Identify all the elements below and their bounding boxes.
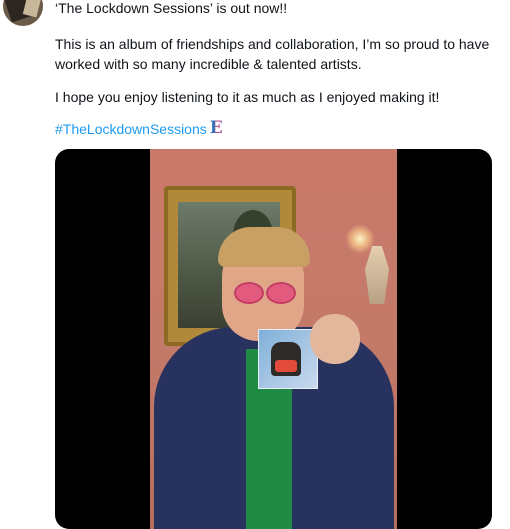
video-player[interactable] [55,149,492,529]
hand [310,314,360,364]
person-hair [218,227,310,267]
album-cd [258,329,318,389]
album-cover-mask [275,360,297,372]
wall-lamp [345,224,391,304]
glasses-lens-left [234,282,264,304]
glasses-lens-right [266,282,296,304]
avatar-shape [22,0,42,18]
hashtag-emoji-icon: E [209,118,223,138]
lamp-body [365,246,389,304]
tweet-paragraph-2: This is an album of friendships and coll… [55,36,490,72]
lamp-glow [345,224,375,254]
author-avatar[interactable] [3,0,43,26]
tweet-line-1: ‘The Lockdown Sessions’ is out now!! [55,0,288,16]
video-frame[interactable] [150,149,397,529]
hashtag-link[interactable]: #TheLockdownSessions [55,121,207,137]
pink-glasses [234,282,296,304]
hashtag-line: #TheLockdownSessions E [55,119,224,139]
tweet-paragraph-3: I hope you enjoy listening to it as much… [55,89,440,105]
